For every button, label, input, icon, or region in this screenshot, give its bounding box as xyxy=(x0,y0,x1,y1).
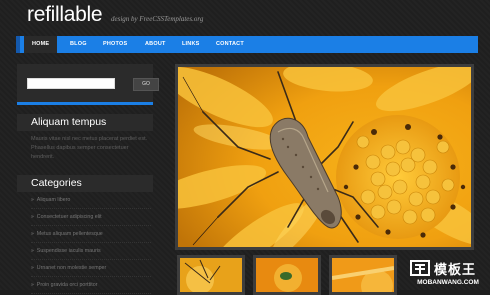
category-label: Proin gravida orci porttitor xyxy=(36,282,98,288)
thumbnail-image xyxy=(332,258,394,292)
category-link[interactable]: » Metus aliquam pellentesque xyxy=(31,227,151,243)
insect-on-flower-image xyxy=(178,67,471,247)
category-link[interactable]: » Aliquam libero xyxy=(31,193,151,209)
arrow-icon: » xyxy=(31,265,34,271)
arrow-icon: » xyxy=(31,282,34,288)
arrow-icon: » xyxy=(31,248,34,254)
category-label: Aliquam libero xyxy=(36,197,71,203)
search-go-button[interactable]: GO xyxy=(133,78,159,91)
categories-heading: Categories xyxy=(17,175,153,192)
watermark-url: MOBANWANG.COM xyxy=(417,279,479,286)
watermark-logo: 模板王 MOBANWANG.COM xyxy=(406,258,490,290)
thumbnail-image xyxy=(180,258,242,292)
featured-photo[interactable] xyxy=(175,64,474,250)
arrow-icon: » xyxy=(31,197,34,203)
arrow-icon: » xyxy=(31,231,34,237)
nav-item-about[interactable]: ABOUT xyxy=(145,36,166,53)
watermark-title: 模板王 xyxy=(434,262,477,277)
nav-item-blog[interactable]: BLOG xyxy=(70,36,87,53)
main-nav: HOME BLOG PHOTOS ABOUT LINKS CONTACT xyxy=(16,36,478,53)
category-link[interactable]: » Urnanet non molestie semper xyxy=(31,261,151,277)
thumbnail-3[interactable] xyxy=(329,255,397,295)
category-label: Suspendisse iaculis mauris xyxy=(36,248,101,254)
category-label: Urnanet non molestie semper xyxy=(36,265,107,271)
category-link[interactable]: » Suspendisse iaculis mauris xyxy=(31,244,151,260)
about-heading: Aliquam tempus xyxy=(17,114,153,131)
category-label: Metus aliquam pellentesque xyxy=(36,231,103,237)
category-link[interactable]: » Proin gravida orci porttitor xyxy=(31,278,151,294)
search-input[interactable] xyxy=(27,78,115,89)
nav-item-links[interactable]: LINKS xyxy=(182,36,200,53)
search-box: GO xyxy=(17,64,159,105)
thumbnail-2[interactable] xyxy=(253,255,321,295)
mobanwang-logo-icon xyxy=(410,260,430,276)
thumbnail-image xyxy=(256,258,318,292)
site-logo[interactable]: refillable xyxy=(27,3,103,27)
category-label: Consectetuer adipiscing elit xyxy=(36,214,102,220)
nav-item-photos[interactable]: PHOTOS xyxy=(103,36,127,53)
arrow-icon: » xyxy=(31,214,34,220)
thumbnail-1[interactable] xyxy=(177,255,245,295)
category-link[interactable]: » Consectetuer adipiscing elit xyxy=(31,210,151,226)
site-tagline[interactable]: design by FreeCSSTemplates.org xyxy=(111,15,311,23)
nav-item-contact[interactable]: CONTACT xyxy=(216,36,244,53)
about-text: Mauris vitae nisl nec metus placerat per… xyxy=(31,136,148,160)
nav-item-home[interactable]: HOME xyxy=(24,36,58,53)
